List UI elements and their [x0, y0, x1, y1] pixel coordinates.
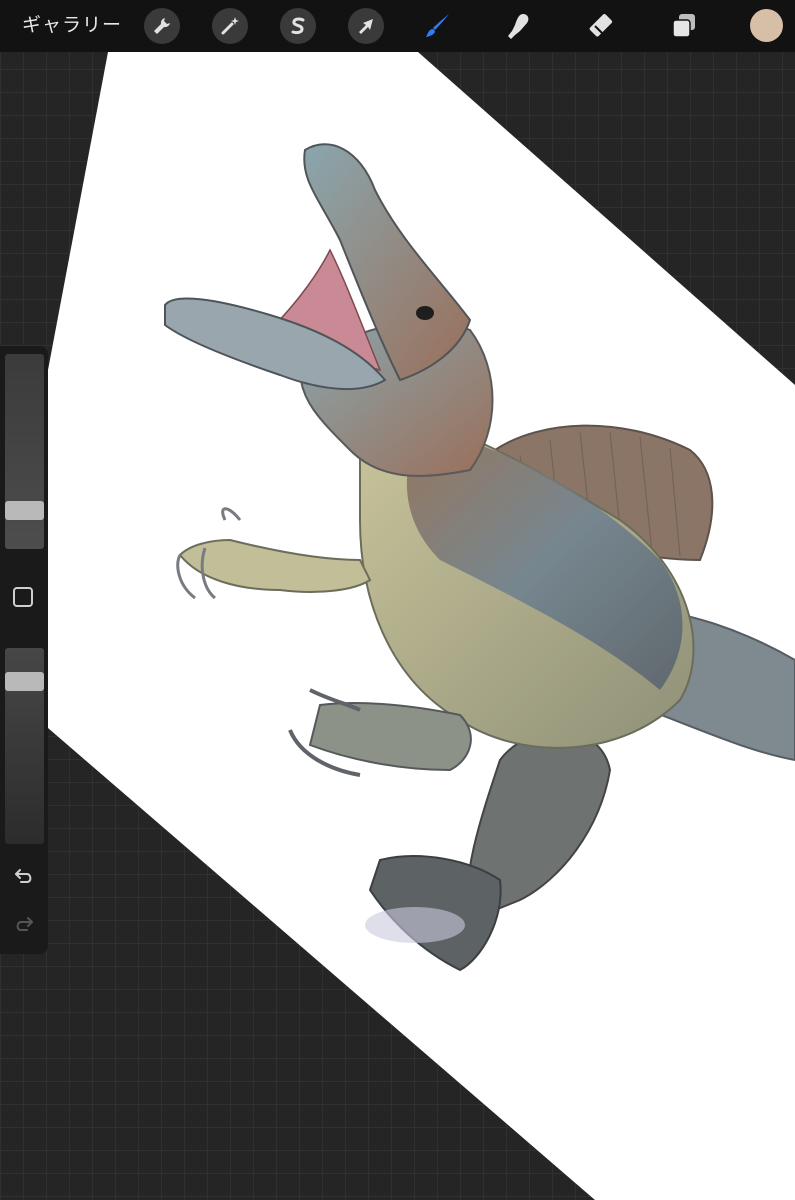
undo-icon[interactable]	[13, 866, 35, 886]
layers-icon[interactable]	[666, 8, 702, 44]
brush-size-thumb[interactable]	[5, 501, 44, 520]
wrench-icon[interactable]	[144, 8, 180, 44]
drawing-canvas[interactable]	[0, 0, 795, 1200]
left-sidebar	[0, 346, 48, 954]
selection-s-icon[interactable]	[280, 8, 316, 44]
gallery-button[interactable]: ギャラリー	[22, 11, 122, 39]
eraser-icon[interactable]	[585, 8, 621, 44]
color-picker-button[interactable]	[750, 9, 783, 42]
redo-icon[interactable]	[13, 914, 35, 934]
opacity-thumb[interactable]	[5, 672, 44, 691]
top-toolbar: ギャラリー	[0, 0, 795, 52]
smudge-finger-icon[interactable]	[500, 8, 536, 44]
brush-icon[interactable]	[420, 8, 456, 44]
magic-wand-icon[interactable]	[212, 8, 248, 44]
square-icon[interactable]	[13, 587, 33, 607]
arrow-cursor-icon[interactable]	[348, 8, 384, 44]
